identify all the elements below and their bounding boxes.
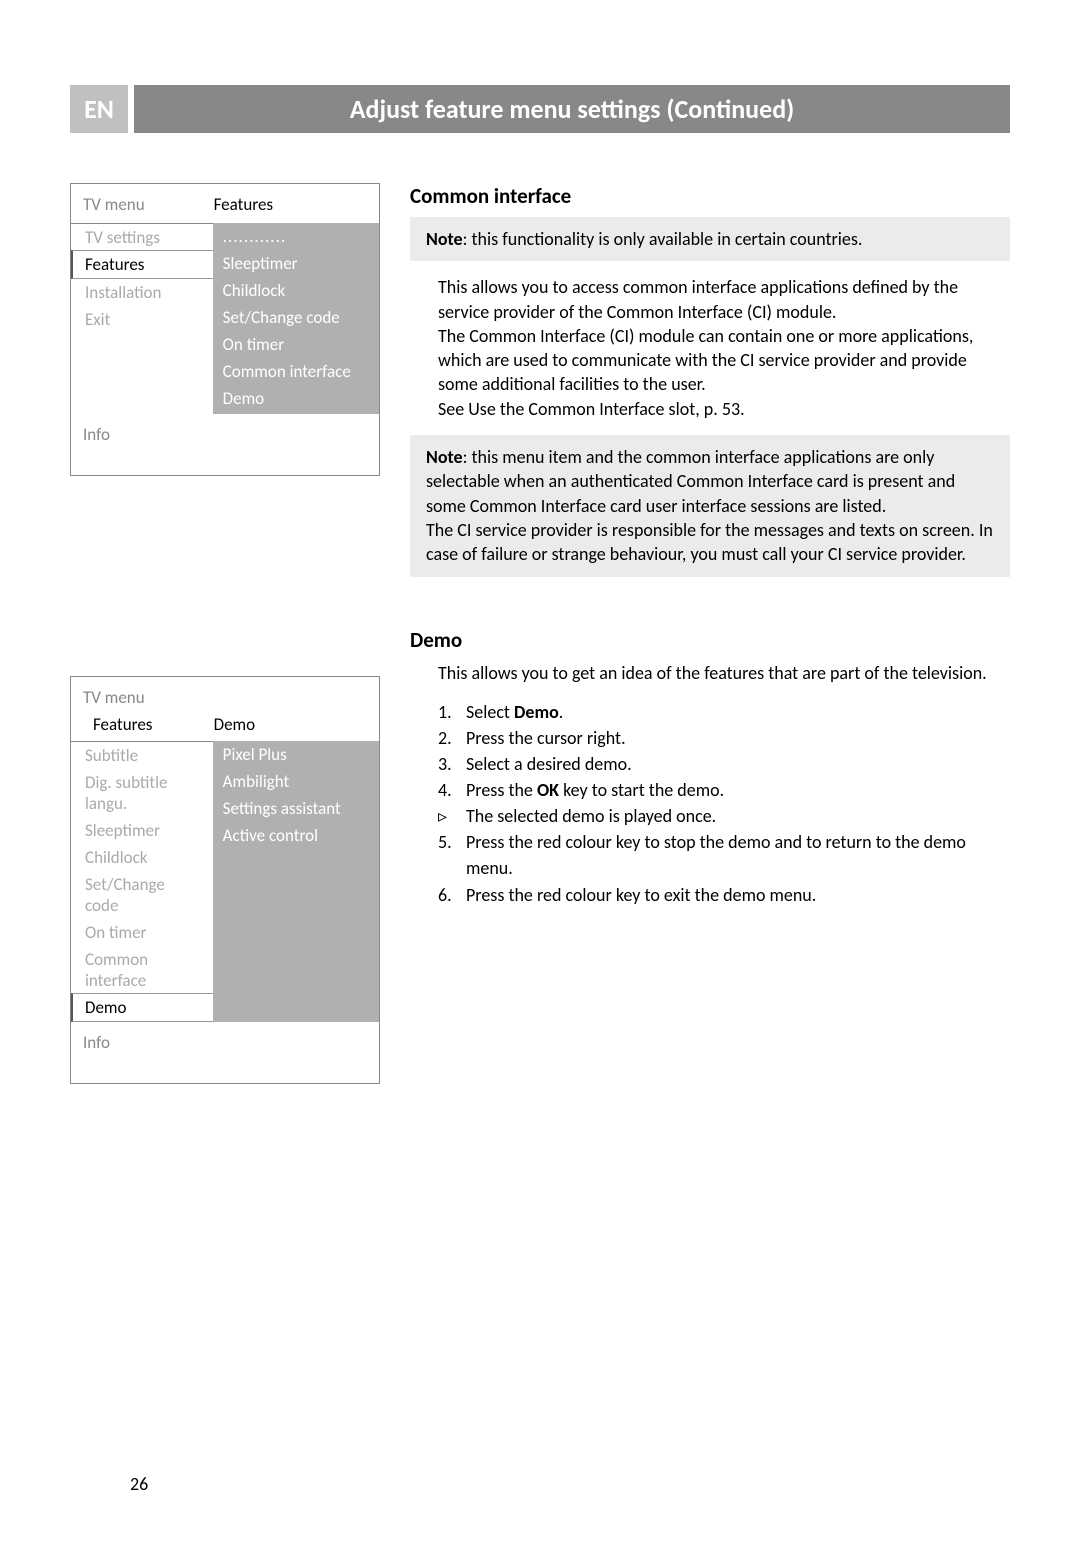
ci-paragraph: This allows you to access common interfa… — [410, 275, 1010, 421]
common-interface-section: Common interface Note: this functionalit… — [410, 183, 1010, 577]
menu1-footer: Info — [71, 414, 379, 475]
ci-note-1: Note: this functionality is only availab… — [410, 217, 1010, 261]
menu1-header-left: TV menu — [83, 194, 214, 215]
demo-step: 3.Select a desired demo. — [438, 751, 1010, 777]
menu1-left-item: TV settings — [71, 224, 213, 251]
menu2-left-item: Demo — [71, 993, 213, 1022]
ci-note-2: Note: this menu item and the common inte… — [410, 435, 1010, 576]
demo-step: 5.Press the red colour key to stop the d… — [438, 829, 1010, 881]
menu2-right-item: Ambilight — [213, 768, 379, 795]
menu1-left-item: Installation — [71, 279, 213, 306]
tv-menu-features-box: TV menu Features TV settingsFeaturesInst… — [70, 183, 380, 476]
menu1-right-item: Demo — [213, 385, 379, 412]
demo-step: ▹The selected demo is played once. — [438, 803, 1010, 829]
menu1-right-item: Set/Change code — [213, 304, 379, 331]
ci-title: Common interface — [410, 183, 1010, 209]
menu2-left-item: On timer — [71, 919, 213, 946]
menu2-left-item: Sleeptimer — [71, 817, 213, 844]
menu2-sub-left: Features — [83, 714, 214, 735]
menu2-right-item: Settings assistant — [213, 795, 379, 822]
menu2-left-item: Childlock — [71, 844, 213, 871]
menu2-header-left: TV menu — [83, 687, 214, 708]
menu1-right-item: Common interface — [213, 358, 379, 385]
demo-intro: This allows you to get an idea of the fe… — [410, 661, 1010, 685]
demo-step: 4.Press the OK key to start the demo. — [438, 777, 1010, 803]
page-number: 26 — [130, 1473, 148, 1495]
menu2-left-item: Common interface — [71, 946, 213, 994]
demo-step: 1.Select Demo. — [438, 699, 1010, 725]
menu1-right-item: Sleeptimer — [213, 250, 379, 277]
page-header: EN Adjust feature menu settings (Continu… — [70, 85, 1010, 133]
menu2-left-item: Subtitle — [71, 742, 213, 769]
menu2-footer: Info — [71, 1022, 379, 1083]
menu1-right-item: ............ — [213, 223, 379, 250]
menu2-right-item: Active control — [213, 822, 379, 849]
demo-step: 6.Press the red colour key to exit the d… — [438, 882, 1010, 908]
language-badge: EN — [70, 85, 128, 133]
demo-section: Demo This allows you to get an idea of t… — [410, 627, 1010, 908]
menu1-left-item: Exit — [71, 306, 213, 333]
page-title: Adjust feature menu settings (Continued) — [134, 85, 1010, 133]
menu2-left-item: Set/Change code — [71, 871, 213, 919]
tv-menu-demo-box: TV menu Features Demo SubtitleDig. subti… — [70, 676, 380, 1084]
menu1-header-right: Features — [214, 194, 367, 215]
demo-steps-list: 1.Select Demo.2.Press the cursor right.3… — [410, 699, 1010, 908]
menu1-right-item: On timer — [213, 331, 379, 358]
menu2-left-item: Dig. subtitle langu. — [71, 769, 213, 817]
menu2-sub-right: Demo — [214, 714, 367, 735]
menu1-left-item: Features — [71, 250, 213, 279]
demo-step: 2.Press the cursor right. — [438, 725, 1010, 751]
menu2-right-item: Pixel Plus — [213, 741, 379, 768]
demo-title: Demo — [410, 627, 1010, 653]
menu1-right-item: Childlock — [213, 277, 379, 304]
